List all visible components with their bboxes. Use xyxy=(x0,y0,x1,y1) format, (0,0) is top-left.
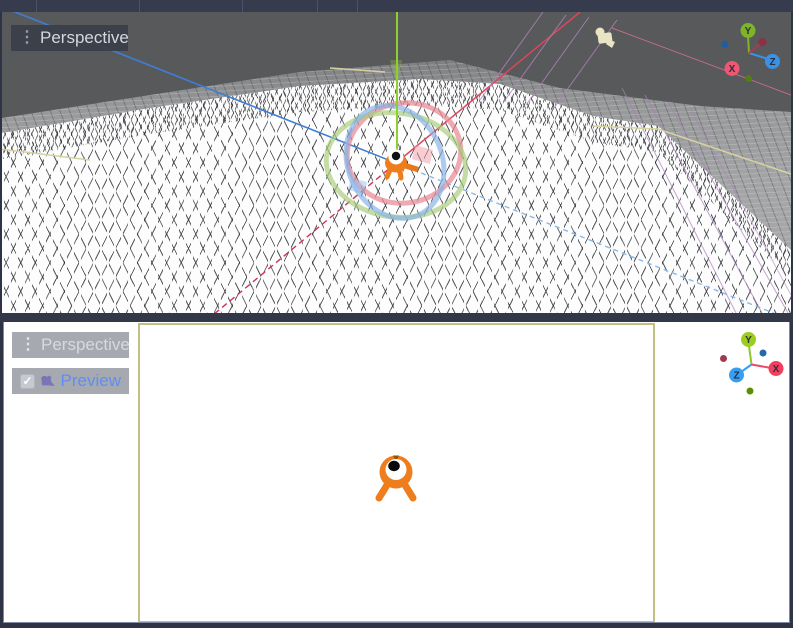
axes-y-label: Y xyxy=(745,335,752,346)
axes-x-line xyxy=(749,43,761,53)
camera-icon xyxy=(40,374,56,388)
perspective-menu-button[interactable]: ⋮ Perspective xyxy=(11,25,128,51)
axes-neg-z-ball[interactable] xyxy=(722,41,729,48)
viewport-camera-preview[interactable]: Y X Z ⋮ Perspective ✓ Preview xyxy=(3,322,790,623)
menu-dots-icon: ⋮ xyxy=(19,25,35,51)
axes-x-label: X xyxy=(729,64,736,75)
axes-y-label: Y xyxy=(745,26,752,37)
view-axes-widget[interactable]: Y X Z xyxy=(720,332,784,395)
frustum-line xyxy=(645,95,762,313)
frustum-line-far xyxy=(612,28,791,95)
character-pupil xyxy=(392,152,400,160)
preview-overlay: Y X Z xyxy=(4,322,790,622)
character-leg xyxy=(400,171,401,178)
axes-neg-y-ball[interactable] xyxy=(745,75,752,82)
preview-label: Preview xyxy=(61,368,121,394)
toolbar-separator xyxy=(242,0,243,12)
perspective-menu-button[interactable]: ⋮ Perspective xyxy=(12,332,129,358)
viewport-3d[interactable]: Y Z X ⋮ Perspective xyxy=(2,12,791,313)
axes-x-line xyxy=(752,365,772,369)
preview-toggle[interactable]: ✓ Preview xyxy=(12,368,129,394)
character-node[interactable] xyxy=(379,456,413,499)
frustum-line xyxy=(503,15,566,103)
axes-z-label: Z xyxy=(733,371,739,382)
character-leg xyxy=(387,170,390,177)
axes-neg-x-ball[interactable] xyxy=(759,38,767,46)
axes-y-line xyxy=(748,36,749,53)
plane-handle-z[interactable] xyxy=(348,178,367,194)
viewport-splitter[interactable] xyxy=(0,313,793,322)
perspective-menu-label: Perspective xyxy=(40,25,129,51)
character-pupil xyxy=(388,461,400,471)
axes-neg-z-ball[interactable] xyxy=(760,350,767,357)
preview-checkbox[interactable]: ✓ xyxy=(20,374,35,389)
character-leg xyxy=(379,485,387,498)
toolbar-separator xyxy=(357,0,358,12)
scene-overlay: Y Z X xyxy=(2,12,791,313)
menu-dots-icon: ⋮ xyxy=(20,332,36,358)
view-axes-widget[interactable]: Y Z X xyxy=(722,23,781,82)
axes-z-line xyxy=(749,53,768,59)
axes-x-label: X xyxy=(773,364,780,375)
character-leg xyxy=(405,485,413,498)
camera-far-plane-line xyxy=(593,126,658,129)
toolbar-separator xyxy=(139,0,140,12)
axis-line-x-negative xyxy=(213,163,396,313)
camera-far-plane-line xyxy=(658,129,791,174)
plane-handle-x[interactable] xyxy=(412,145,433,164)
axes-z-label: Z xyxy=(769,57,775,68)
axes-neg-y-ball[interactable] xyxy=(747,388,754,395)
toolbar-separator xyxy=(317,0,318,12)
camera-far-plane-line xyxy=(330,68,385,72)
toolbar-separator xyxy=(36,0,37,12)
toolbar-edge xyxy=(0,0,793,12)
perspective-menu-label: Perspective xyxy=(41,332,130,358)
camera-gizmo[interactable] xyxy=(596,28,616,49)
camera-far-plane-line xyxy=(2,149,90,160)
axes-y-line xyxy=(749,346,752,365)
frustum-line xyxy=(480,12,543,100)
frustum-line xyxy=(690,108,791,295)
axes-neg-x-ball[interactable] xyxy=(720,355,727,362)
frustum-line xyxy=(668,102,788,313)
